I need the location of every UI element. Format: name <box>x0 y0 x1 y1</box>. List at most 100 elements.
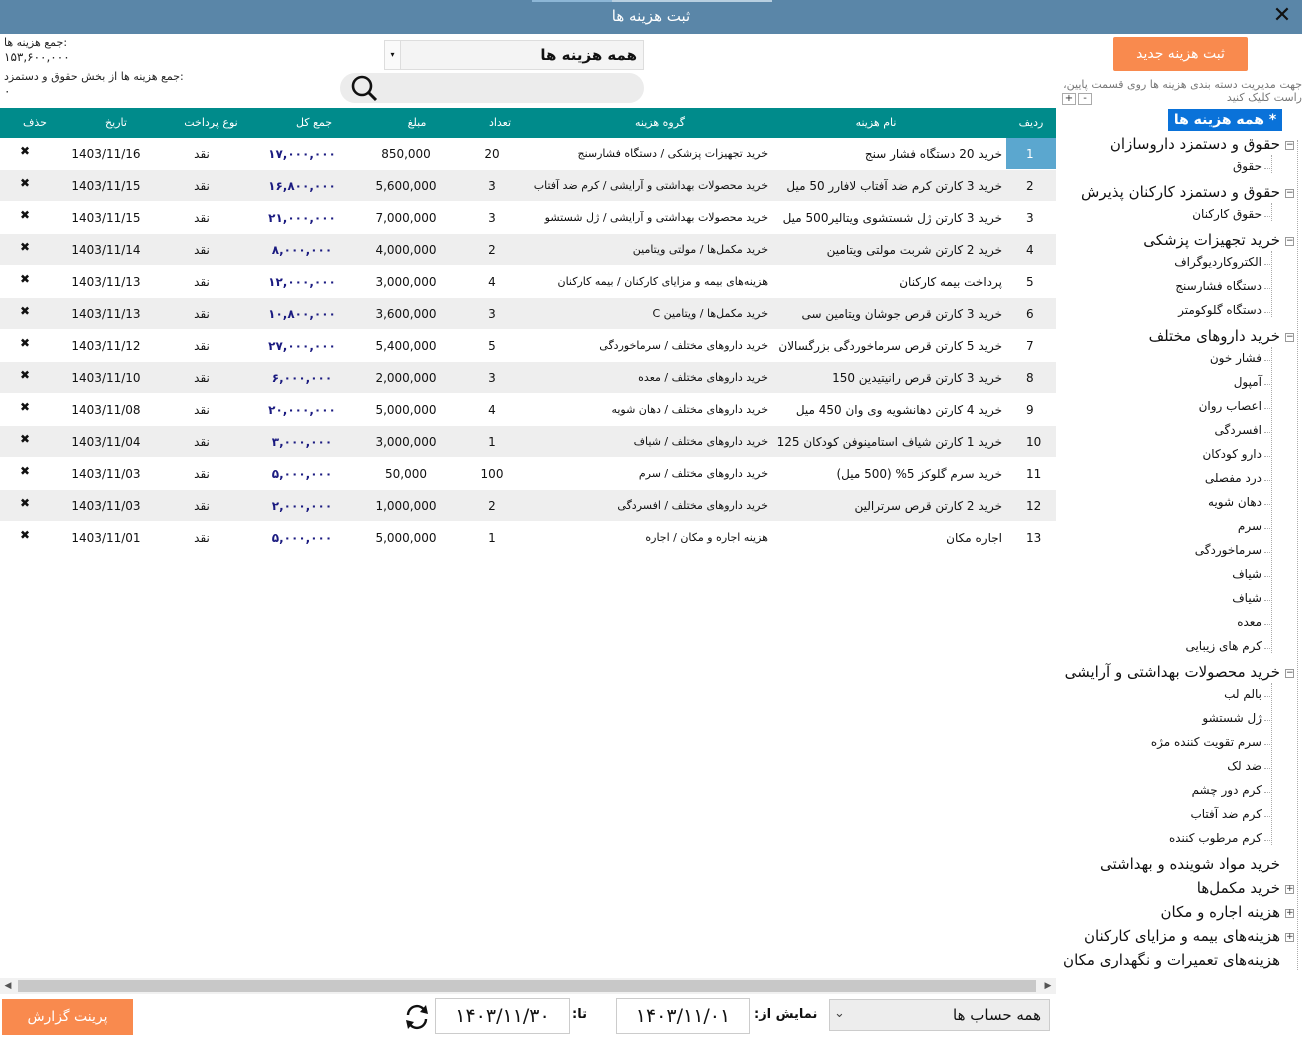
tree-leaf[interactable]: فشار خون <box>1210 351 1262 365</box>
tree-node[interactable]: هزینه‌های تعمیرات و نگهداری مکان <box>1063 951 1280 969</box>
to-date-input[interactable]: ۱۴۰۳/۱۱/۳۰ <box>435 998 570 1034</box>
tree-leaf[interactable]: کرم مرطوب کننده <box>1169 831 1262 845</box>
horizontal-scrollbar[interactable]: ◀ ▶ <box>0 978 1056 994</box>
col-count[interactable]: تعداد <box>470 116 530 129</box>
tree-leaf[interactable]: دستگاه فشارسنج <box>1175 279 1262 293</box>
tree-leaf[interactable]: معده <box>1237 615 1262 629</box>
table-row[interactable]: 5 پرداخت بیمه کارکنان هزینه‌های بیمه و مزا… <box>0 266 1056 298</box>
col-name[interactable]: نام هزینه <box>776 116 976 129</box>
tree-leaf[interactable]: سرم تقویت کننده مژه <box>1151 735 1262 749</box>
col-group[interactable]: گروه هزینه <box>560 116 760 129</box>
delete-icon[interactable]: ✖ <box>10 208 40 222</box>
col-idx[interactable]: ردیف <box>1006 116 1056 129</box>
expense-filter-select[interactable]: ▾ همه هزینه ها <box>384 40 644 70</box>
table-row[interactable]: 4 خرید 2 کارتن شربت مولتی ویتامین خرید مکم… <box>0 234 1056 266</box>
tree-leaf[interactable]: درد مفصلی <box>1205 471 1262 485</box>
expand-icon[interactable]: + <box>1285 933 1294 942</box>
row-total: ۵,۰۰۰,۰۰۰ <box>271 467 333 481</box>
collapse-icon[interactable]: − <box>1285 141 1294 150</box>
col-pay[interactable]: نوع پرداخت <box>172 116 250 129</box>
tree-leaf[interactable]: ضد لک <box>1227 759 1262 773</box>
tree-leaf[interactable]: دهان شویه <box>1208 495 1262 509</box>
delete-icon[interactable]: ✖ <box>10 144 40 158</box>
table-row[interactable]: 1 خرید 20 دستگاه فشار سنج خرید تجهیزات پزش… <box>0 138 1056 170</box>
collapse-icon[interactable]: − <box>1285 189 1294 198</box>
expand-all-button[interactable]: + <box>1062 93 1076 105</box>
tree-leaf[interactable]: سرم <box>1238 519 1262 533</box>
delete-icon[interactable]: ✖ <box>10 464 40 478</box>
scroll-right-icon[interactable]: ▶ <box>1040 978 1056 994</box>
tree-leaf[interactable]: حقوق <box>1233 159 1262 173</box>
delete-icon[interactable]: ✖ <box>10 400 40 414</box>
from-date-input[interactable]: ۱۴۰۳/۱۱/۰۱ <box>616 998 750 1034</box>
tree-node[interactable]: خرید مواد شوینده و بهداشتی <box>1100 855 1280 873</box>
col-total[interactable]: جمع کل <box>262 116 366 129</box>
tree-root-all-expenses[interactable]: * همه هزینه ها * <box>1168 109 1282 150</box>
tree-node[interactable]: هزینه اجاره و مکان <box>1161 903 1281 921</box>
tree-node[interactable]: خرید داروهای مختلف <box>1149 327 1280 345</box>
table-row[interactable]: 8 خرید 3 کارتن قرص رانیتیدین 150 خرید دارو… <box>0 362 1056 394</box>
col-amount[interactable]: مبلغ <box>370 116 464 129</box>
search-icon[interactable] <box>344 73 380 103</box>
tree-node[interactable]: حقوق و دستمزد داروسازان <box>1110 135 1280 153</box>
dropdown-arrow-icon[interactable]: ▾ <box>385 41 401 69</box>
collapse-icon[interactable]: − <box>1285 669 1294 678</box>
tree-leaf[interactable]: ژل شستشو <box>1202 711 1262 725</box>
search-box[interactable] <box>340 73 644 103</box>
tree-node[interactable]: خرید تجهیزات پزشکی <box>1143 231 1280 249</box>
account-select[interactable]: ⌄ همه حساب ها <box>829 999 1050 1031</box>
tree-leaf[interactable]: کرم دور چشم <box>1192 783 1262 797</box>
tree-node[interactable]: هزینه‌های بیمه و مزایای کارکنان <box>1084 927 1280 945</box>
tree-leaf[interactable]: الکتروکاردیوگراف <box>1174 255 1262 269</box>
refresh-icon[interactable] <box>402 1002 432 1032</box>
close-icon[interactable]: ✕ <box>1270 4 1294 28</box>
tree-leaf[interactable]: اعصاب روان <box>1199 399 1262 413</box>
col-del[interactable]: حذف <box>10 116 60 129</box>
tree-leaf[interactable]: کرم های زیبایی <box>1185 639 1262 653</box>
table-row[interactable]: 13 اجاره مکان هزینه اجاره و مکان / اجاره 1 5… <box>0 522 1056 554</box>
table-row[interactable]: 7 خرید 5 کارتن قرص سرماخوردگی بزرگسالان خر… <box>0 330 1056 362</box>
tree-node[interactable]: حقوق و دستمزد کارکنان پذیرش <box>1081 183 1280 201</box>
delete-icon[interactable]: ✖ <box>10 240 40 254</box>
table-row[interactable]: 10 خرید 1 کارتن شیاف استامینوفن کودکان 12… <box>0 426 1056 458</box>
tree-leaf[interactable]: شیاف <box>1232 591 1262 605</box>
tree-leaf[interactable]: دستگاه گلوکومتر <box>1178 303 1262 317</box>
delete-icon[interactable]: ✖ <box>10 176 40 190</box>
delete-icon[interactable]: ✖ <box>10 336 40 350</box>
tree-leaf[interactable]: بالم لب <box>1224 687 1262 701</box>
tree-node[interactable]: خرید مکمل‌ها <box>1197 879 1280 897</box>
delete-icon[interactable]: ✖ <box>10 368 40 382</box>
chevron-down-icon[interactable]: ⌄ <box>834 1006 845 1021</box>
collapse-icon[interactable]: − <box>1285 333 1294 342</box>
scroll-left-icon[interactable]: ◀ <box>0 978 16 994</box>
table-row[interactable]: 9 خرید 4 کارتن دهانشویه وی وان 450 میل خری… <box>0 394 1056 426</box>
table-row[interactable]: 11 خرید سرم گلوکز 5% (500 میل) خرید داروها… <box>0 458 1056 490</box>
tree-leaf[interactable]: شیاف <box>1232 567 1262 581</box>
scroll-thumb[interactable] <box>18 980 1036 992</box>
new-expense-button[interactable]: ثبت هزینه جدید <box>1113 37 1248 71</box>
table-row[interactable]: 12 خرید 2 کارتن قرص سرترالین خرید داروهای … <box>0 490 1056 522</box>
col-date[interactable]: تاریخ <box>70 116 162 129</box>
table-row[interactable]: 6 خرید 3 کارتن قرص جوشان ویتامین سی خرید م… <box>0 298 1056 330</box>
delete-icon[interactable]: ✖ <box>10 272 40 286</box>
print-report-button[interactable]: پرینت گزارش <box>2 999 133 1035</box>
delete-icon[interactable]: ✖ <box>10 528 40 542</box>
delete-icon[interactable]: ✖ <box>10 432 40 446</box>
expand-icon[interactable]: + <box>1285 885 1294 894</box>
row-date: 1403/11/08 <box>71 403 141 417</box>
collapse-all-button[interactable]: - <box>1078 93 1092 105</box>
row-group: خرید مکمل‌ها / ویتامین C <box>652 307 768 320</box>
table-row[interactable]: 3 خرید 3 کارتن ژل شستشوی ویتالیر500 میل خر… <box>0 202 1056 234</box>
tree-leaf[interactable]: افسردگی <box>1215 423 1262 437</box>
table-row[interactable]: 2 خرید 3 کارتن کرم ضد آفتاب لافارر 50 میل… <box>0 170 1056 202</box>
delete-icon[interactable]: ✖ <box>10 304 40 318</box>
collapse-icon[interactable]: − <box>1285 237 1294 246</box>
tree-leaf[interactable]: دارو کودکان <box>1202 447 1262 461</box>
tree-leaf[interactable]: سرماخوردگی <box>1195 543 1262 557</box>
tree-node[interactable]: خرید محصولات بهداشتی و آرایشی <box>1065 663 1280 681</box>
delete-icon[interactable]: ✖ <box>10 496 40 510</box>
tree-leaf[interactable]: حقوق کارکنان <box>1192 207 1262 221</box>
tree-leaf[interactable]: آمپول <box>1234 375 1262 389</box>
tree-leaf[interactable]: کرم ضد آفتاب <box>1190 807 1262 821</box>
expand-icon[interactable]: + <box>1285 909 1294 918</box>
